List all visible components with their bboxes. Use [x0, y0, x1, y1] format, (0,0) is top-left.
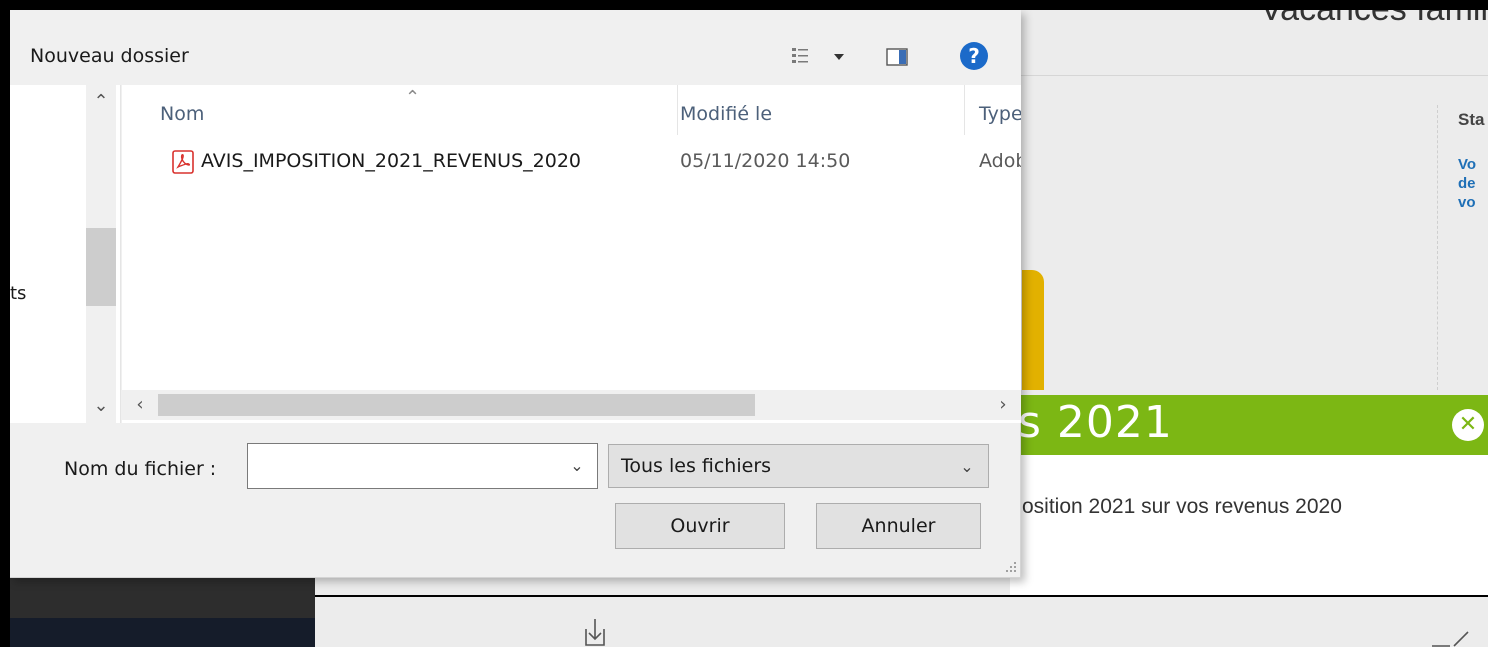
file-type-select[interactable]: Tous les fichiers ⌄ — [608, 444, 989, 488]
file-type: Adob — [979, 150, 1021, 172]
navigation-pane: ts ⌃ ⌄ — [10, 85, 121, 423]
chevron-down-icon[interactable]: ⌄ — [953, 453, 981, 481]
background-illustration — [1022, 270, 1044, 390]
background-banner-title: s 2021 — [1018, 397, 1173, 448]
background-side-link-line[interactable]: vo — [1458, 193, 1476, 212]
file-modified-date: 05/11/2020 14:50 — [680, 150, 851, 172]
background-footer-strip — [10, 578, 315, 618]
file-name[interactable]: AVIS_IMPOSITION_2021_REVENUS_2020 — [201, 150, 581, 172]
change-view-icon[interactable] — [790, 45, 848, 69]
download-icon[interactable] — [580, 615, 610, 647]
chevron-right-icon[interactable]: › — [985, 390, 1021, 420]
column-divider[interactable] — [964, 85, 965, 135]
background-banner-body — [1010, 455, 1488, 595]
column-header-type[interactable]: Type — [979, 103, 1021, 125]
resize-grip-icon[interactable] — [1002, 558, 1018, 574]
filename-combobox[interactable]: ⌄ — [247, 443, 598, 489]
navigation-scroll-thumb[interactable] — [86, 228, 116, 306]
pdf-icon — [172, 150, 194, 174]
column-header-name[interactable]: Nom — [160, 103, 204, 125]
background-side-heading: Sta — [1458, 110, 1485, 129]
background-page-title-text: Vacances famil — [1260, 10, 1488, 29]
help-icon[interactable]: ? — [960, 42, 988, 70]
file-row[interactable]: AVIS_IMPOSITION_2021_REVENUS_2020 05/11/… — [152, 147, 1021, 181]
background-side-panel: Sta Vo de vo — [1437, 105, 1488, 390]
filename-input[interactable] — [252, 446, 552, 486]
chevron-left-icon[interactable]: ‹ — [122, 390, 158, 420]
file-type-selected-value: Tous les fichiers — [621, 455, 772, 477]
chevron-down-icon[interactable]: ⌄ — [563, 452, 591, 480]
background-side-link-line[interactable]: de — [1458, 174, 1476, 193]
open-button[interactable]: Ouvrir — [615, 503, 785, 549]
background-banner-description: osition 2021 sur vos revenus 2020 — [1022, 495, 1342, 518]
preview-pane-icon[interactable] — [886, 46, 908, 68]
background-side-link-line[interactable]: Vo — [1458, 155, 1476, 174]
edit-icon[interactable] — [1430, 630, 1470, 647]
filename-label: Nom du fichier : — [64, 458, 217, 480]
column-header-modified[interactable]: Modifié le — [680, 103, 772, 125]
background-banner: s 2021 — [1010, 395, 1488, 455]
dialog-toolbar: Nouveau dossier ? — [10, 10, 1021, 85]
new-folder-button[interactable]: Nouveau dossier — [30, 45, 189, 67]
chevron-up-icon[interactable]: ⌃ — [86, 85, 116, 119]
file-open-dialog: Nouveau dossier ? ts ⌃ ⌄ ⌃ Nom Modifié l… — [10, 10, 1021, 578]
file-list: ⌃ Nom Modifié le Type AVIS_IMPOSITION_20… — [122, 85, 1021, 423]
background-footer-nav — [10, 618, 315, 647]
cancel-button[interactable]: Annuler — [816, 503, 981, 549]
horizontal-scroll-thumb[interactable] — [158, 394, 755, 416]
sort-ascending-icon: ⌃ — [405, 87, 421, 108]
column-divider[interactable] — [677, 85, 678, 135]
background-action-bar — [315, 597, 1488, 647]
banner-close-icon[interactable]: ✕ — [1452, 409, 1484, 441]
nav-item-label[interactable]: ts — [10, 283, 26, 304]
background-side-links[interactable]: Vo de vo — [1458, 155, 1476, 212]
navigation-scrollbar[interactable]: ⌃ ⌄ — [86, 85, 116, 423]
chevron-down-icon[interactable]: ⌄ — [86, 389, 116, 423]
horizontal-scrollbar[interactable]: ‹ › — [122, 390, 1021, 420]
background-page-title: Vacances famil — [1020, 10, 1488, 40]
background-header-divider — [1020, 75, 1488, 76]
